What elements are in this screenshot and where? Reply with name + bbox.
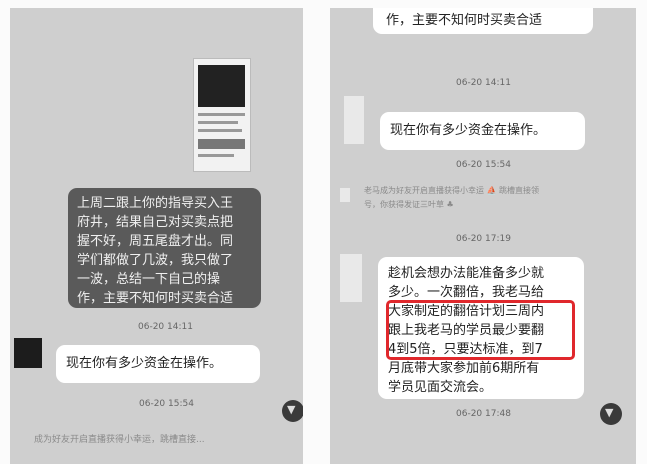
message-text: 上周二跟上你的指导买入王 府井，结果自己对买卖点把 握不好，周五尾盘才出。同 学…	[77, 196, 234, 306]
message-text: 现在你有多少资金在操作。	[390, 123, 547, 138]
timestamp: 06-20 14:11	[456, 78, 511, 88]
message-bubble-light[interactable]: 现在你有多少资金在操作。	[380, 112, 585, 150]
message-text: 作，主要不知何时买卖合适	[386, 13, 543, 28]
right-chat-panel: 作，主要不知何时买卖合适 06-20 14:11 现在你有多少资金在操作。 06…	[330, 8, 636, 464]
chevron-down-icon: ▼	[605, 406, 614, 419]
truncated-message: 成为好友开启直播获得小幸运，跳槽直接...	[34, 435, 205, 445]
notice-message: 老马成为好友开启直播获得小幸运 ⛵ 跳槽直接领 号，你获得发证三叶草 ♣	[364, 186, 540, 209]
screenshot-image-thumbnail[interactable]	[193, 58, 251, 172]
timestamp: 06-20 17:19	[456, 234, 511, 244]
left-chat-panel: 上周二跟上你的指导买入王 府井，结果自己对买卖点把 握不好，周五尾盘才出。同 学…	[10, 8, 303, 464]
message-bubble-light[interactable]: 现在你有多少资金在操作。	[56, 345, 260, 383]
scroll-down-button[interactable]: ▼	[282, 400, 303, 422]
timestamp: 06-20 17:48	[456, 409, 511, 419]
message-bubble-dark[interactable]: 上周二跟上你的指导买入王 府井，结果自己对买卖点把 握不好，周五尾盘才出。同 学…	[68, 188, 261, 308]
scroll-down-button[interactable]: ▼	[600, 403, 622, 425]
message-text: 现在你有多少资金在操作。	[66, 356, 223, 371]
timestamp: 06-20 15:54	[139, 399, 194, 409]
avatar[interactable]	[340, 254, 362, 302]
timestamp: 06-20 14:11	[138, 322, 193, 332]
avatar[interactable]	[344, 96, 364, 144]
chevron-down-icon: ▼	[287, 403, 296, 416]
timestamp: 06-20 15:54	[456, 160, 511, 170]
highlight-box	[386, 300, 575, 360]
avatar[interactable]	[14, 338, 42, 368]
avatar[interactable]	[340, 188, 350, 202]
message-bubble-light[interactable]: 作，主要不知何时买卖合适	[373, 8, 593, 34]
